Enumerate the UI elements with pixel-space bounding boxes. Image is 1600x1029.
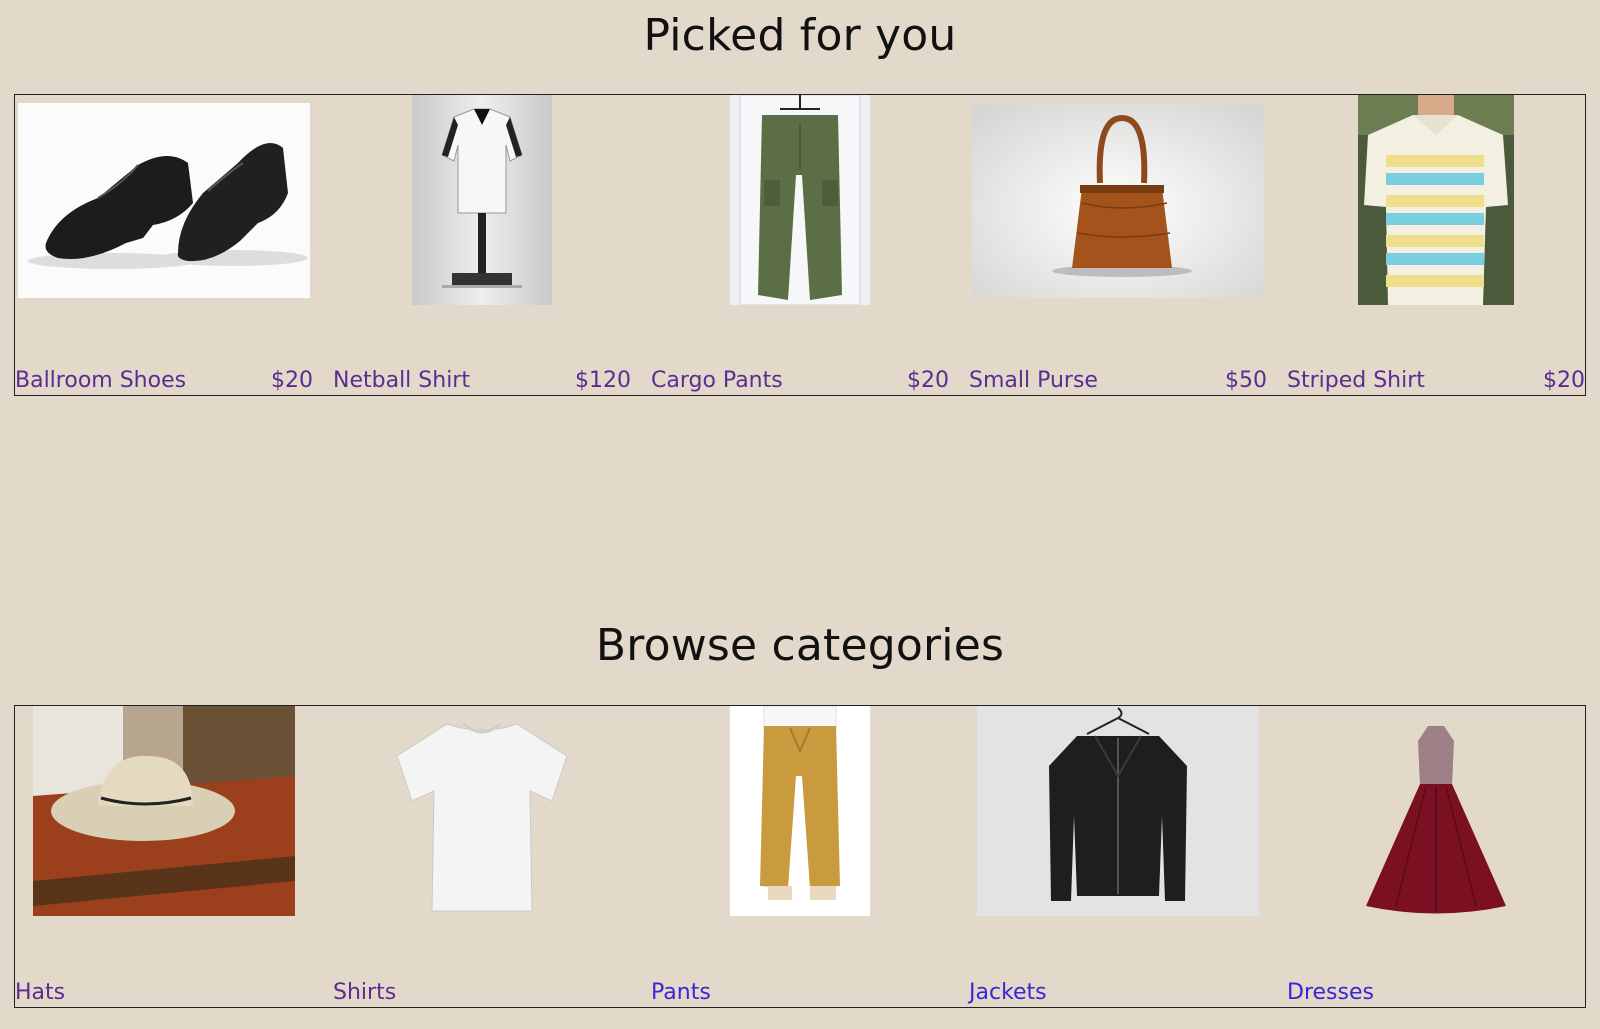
product-card-striped-shirt[interactable]: Striped Shirt $20: [1287, 95, 1585, 395]
product-price: $20: [907, 368, 949, 393]
category-name: Hats: [15, 980, 66, 1005]
product-price: $120: [575, 368, 631, 393]
category-caption: Pants: [651, 977, 949, 1007]
product-caption: Netball Shirt $120: [333, 365, 631, 395]
product-price: $20: [271, 368, 313, 393]
product-name: Cargo Pants: [651, 368, 783, 393]
product-card-cargo-pants[interactable]: Cargo Pants $20: [651, 95, 949, 395]
product-image-frame: [969, 95, 1267, 305]
jacket-photo: [977, 706, 1259, 916]
product-caption: Small Purse $50: [969, 365, 1267, 395]
product-image-frame: [1287, 95, 1585, 305]
pants-photo: [730, 706, 870, 916]
category-card-pants[interactable]: Pants: [651, 706, 949, 1007]
product-image-frame: [15, 95, 313, 305]
category-card-jackets[interactable]: Jackets: [969, 706, 1267, 1007]
categories-strip: Hats Shirts Pants Jackets Dresses: [14, 705, 1586, 1008]
shirt-photo: [392, 706, 572, 916]
category-image-frame: [1287, 706, 1585, 916]
product-name: Striped Shirt: [1287, 368, 1425, 393]
category-image-frame: [15, 706, 313, 916]
category-name: Pants: [651, 980, 711, 1005]
product-name: Ballroom Shoes: [15, 368, 187, 393]
product-caption: Ballroom Shoes $20: [15, 365, 313, 395]
category-image-frame: [651, 706, 949, 916]
category-caption: Hats: [15, 977, 313, 1007]
category-image-frame: [333, 706, 631, 916]
hat-photo: [33, 706, 295, 916]
cargo-pants-photo: [730, 95, 870, 305]
browse-categories-heading: Browse categories: [595, 620, 1005, 671]
category-name: Dresses: [1287, 980, 1374, 1005]
category-name: Jackets: [969, 980, 1047, 1005]
product-caption: Striped Shirt $20: [1287, 365, 1585, 395]
category-caption: Jackets: [969, 977, 1267, 1007]
ballroom-shoes-photo: [18, 102, 310, 298]
category-caption: Dresses: [1287, 977, 1585, 1007]
category-name: Shirts: [333, 980, 397, 1005]
netball-shirt-photo: [412, 95, 552, 305]
product-image-frame: [651, 95, 949, 305]
product-card-small-purse[interactable]: Small Purse $50: [969, 95, 1267, 395]
product-price: $50: [1225, 368, 1267, 393]
picked-products-strip: Ballroom Shoes $20 Netball Shirt $120 Ca…: [14, 94, 1586, 396]
product-image-frame: [333, 95, 631, 305]
product-name: Netball Shirt: [333, 368, 470, 393]
small-purse-photo: [972, 102, 1264, 298]
category-card-dresses[interactable]: Dresses: [1287, 706, 1585, 1007]
product-caption: Cargo Pants $20: [651, 365, 949, 395]
category-caption: Shirts: [333, 977, 631, 1007]
striped-shirt-photo: [1358, 95, 1514, 305]
product-name: Small Purse: [969, 368, 1098, 393]
category-card-hats[interactable]: Hats: [15, 706, 313, 1007]
product-card-netball-shirt[interactable]: Netball Shirt $120: [333, 95, 631, 395]
category-card-shirts[interactable]: Shirts: [333, 706, 631, 1007]
product-card-ballroom-shoes[interactable]: Ballroom Shoes $20: [15, 95, 313, 395]
product-price: $20: [1543, 368, 1585, 393]
dress-photo: [1356, 706, 1516, 916]
picked-for-you-heading: Picked for you: [643, 10, 957, 61]
category-image-frame: [969, 706, 1267, 916]
